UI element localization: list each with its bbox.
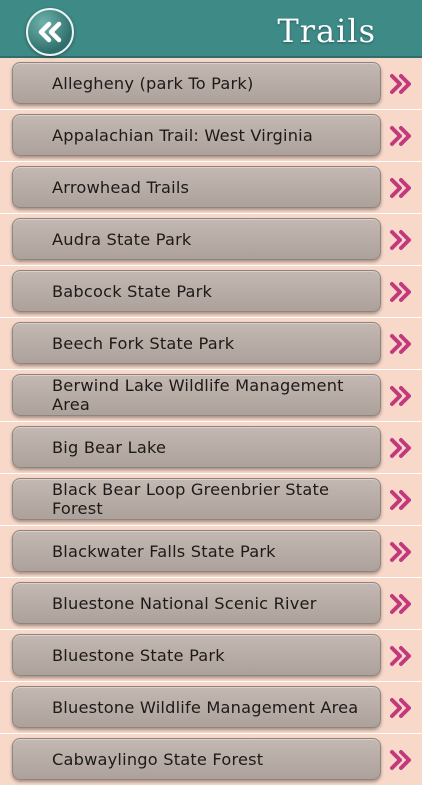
double-chevron-right-icon[interactable]: [388, 645, 414, 667]
trail-item-label: Berwind Lake Wildlife Management Area: [52, 376, 344, 414]
trail-item-label: Babcock State Park: [52, 281, 213, 301]
double-chevron-right-icon[interactable]: [388, 541, 414, 563]
double-chevron-right-icon[interactable]: [388, 177, 414, 199]
trail-item-label: Bluestone National Scenic River: [52, 593, 317, 613]
list-item: Audra State Park: [0, 214, 422, 266]
double-chevron-right-icon[interactable]: [388, 385, 414, 407]
trail-item-label: Beech Fork State Park: [52, 333, 235, 353]
list-item: Berwind Lake Wildlife Management Area: [0, 370, 422, 422]
list-item: Big Bear Lake: [0, 422, 422, 474]
list-item: Cabwaylingo State Forest: [0, 734, 422, 786]
trail-item-button[interactable]: Allegheny (park To Park): [12, 62, 381, 104]
double-chevron-right-icon[interactable]: [388, 73, 414, 95]
list-item: Allegheny (park To Park): [0, 58, 422, 110]
double-chevron-right-icon[interactable]: [388, 593, 414, 615]
list-item: Bluestone National Scenic River: [0, 578, 422, 630]
back-button[interactable]: [26, 8, 74, 56]
trail-item-label: Blackwater Falls State Park: [52, 541, 276, 561]
page-title: Trails: [277, 12, 376, 50]
double-chevron-right-icon[interactable]: [388, 749, 414, 771]
list-item: Arrowhead Trails: [0, 162, 422, 214]
trail-item-button[interactable]: Arrowhead Trails: [12, 166, 381, 208]
trail-item-label: Bluestone Wildlife Management Area: [52, 697, 359, 717]
trail-item-label: Bluestone State Park: [52, 645, 225, 665]
list-item: Beech Fork State Park: [0, 318, 422, 370]
trail-item-button[interactable]: Babcock State Park: [12, 270, 381, 312]
list-item: Babcock State Park: [0, 266, 422, 318]
trail-item-label: Cabwaylingo State Forest: [52, 749, 264, 769]
trail-item-button[interactable]: Beech Fork State Park: [12, 322, 381, 364]
list-item: Bluestone State Park: [0, 630, 422, 682]
trail-item-label: Arrowhead Trails: [52, 177, 190, 197]
trail-item-label: Appalachian Trail: West Virginia: [52, 125, 313, 145]
trail-item-label: Audra State Park: [52, 229, 192, 249]
trail-item-label: Allegheny (park To Park): [52, 73, 254, 93]
trail-item-button[interactable]: Berwind Lake Wildlife Management Area: [12, 374, 381, 416]
double-chevron-right-icon[interactable]: [388, 437, 414, 459]
trail-list: Allegheny (park To Park) Appalachian Trai…: [0, 58, 422, 786]
double-chevron-right-icon[interactable]: [388, 281, 414, 303]
trail-item-button[interactable]: Big Bear Lake: [12, 426, 381, 468]
list-item: Blackwater Falls State Park: [0, 526, 422, 578]
trail-item-button[interactable]: Bluestone National Scenic River: [12, 582, 381, 624]
trail-item-button[interactable]: Bluestone State Park: [12, 634, 381, 676]
double-chevron-right-icon[interactable]: [388, 333, 414, 355]
trail-item-button[interactable]: Black Bear Loop Greenbrier State Forest: [12, 478, 381, 520]
double-chevron-right-icon[interactable]: [388, 229, 414, 251]
app-header: Trails: [0, 0, 422, 58]
double-chevron-right-icon[interactable]: [388, 697, 414, 719]
trail-item-label: Big Bear Lake: [52, 437, 167, 457]
trail-item-button[interactable]: Cabwaylingo State Forest: [12, 738, 381, 780]
trail-item-button[interactable]: Bluestone Wildlife Management Area: [12, 686, 381, 728]
list-item: Bluestone Wildlife Management Area: [0, 682, 422, 734]
trail-item-button[interactable]: Audra State Park: [12, 218, 381, 260]
list-item: Black Bear Loop Greenbrier State Forest: [0, 474, 422, 526]
trail-item-button[interactable]: Blackwater Falls State Park: [12, 530, 381, 572]
list-item: Appalachian Trail: West Virginia: [0, 110, 422, 162]
double-chevron-right-icon[interactable]: [388, 489, 414, 511]
trail-item-button[interactable]: Appalachian Trail: West Virginia: [12, 114, 381, 156]
trail-item-label: Black Bear Loop Greenbrier State Forest: [52, 480, 330, 518]
double-chevron-right-icon[interactable]: [388, 125, 414, 147]
double-chevron-left-icon: [38, 21, 62, 43]
